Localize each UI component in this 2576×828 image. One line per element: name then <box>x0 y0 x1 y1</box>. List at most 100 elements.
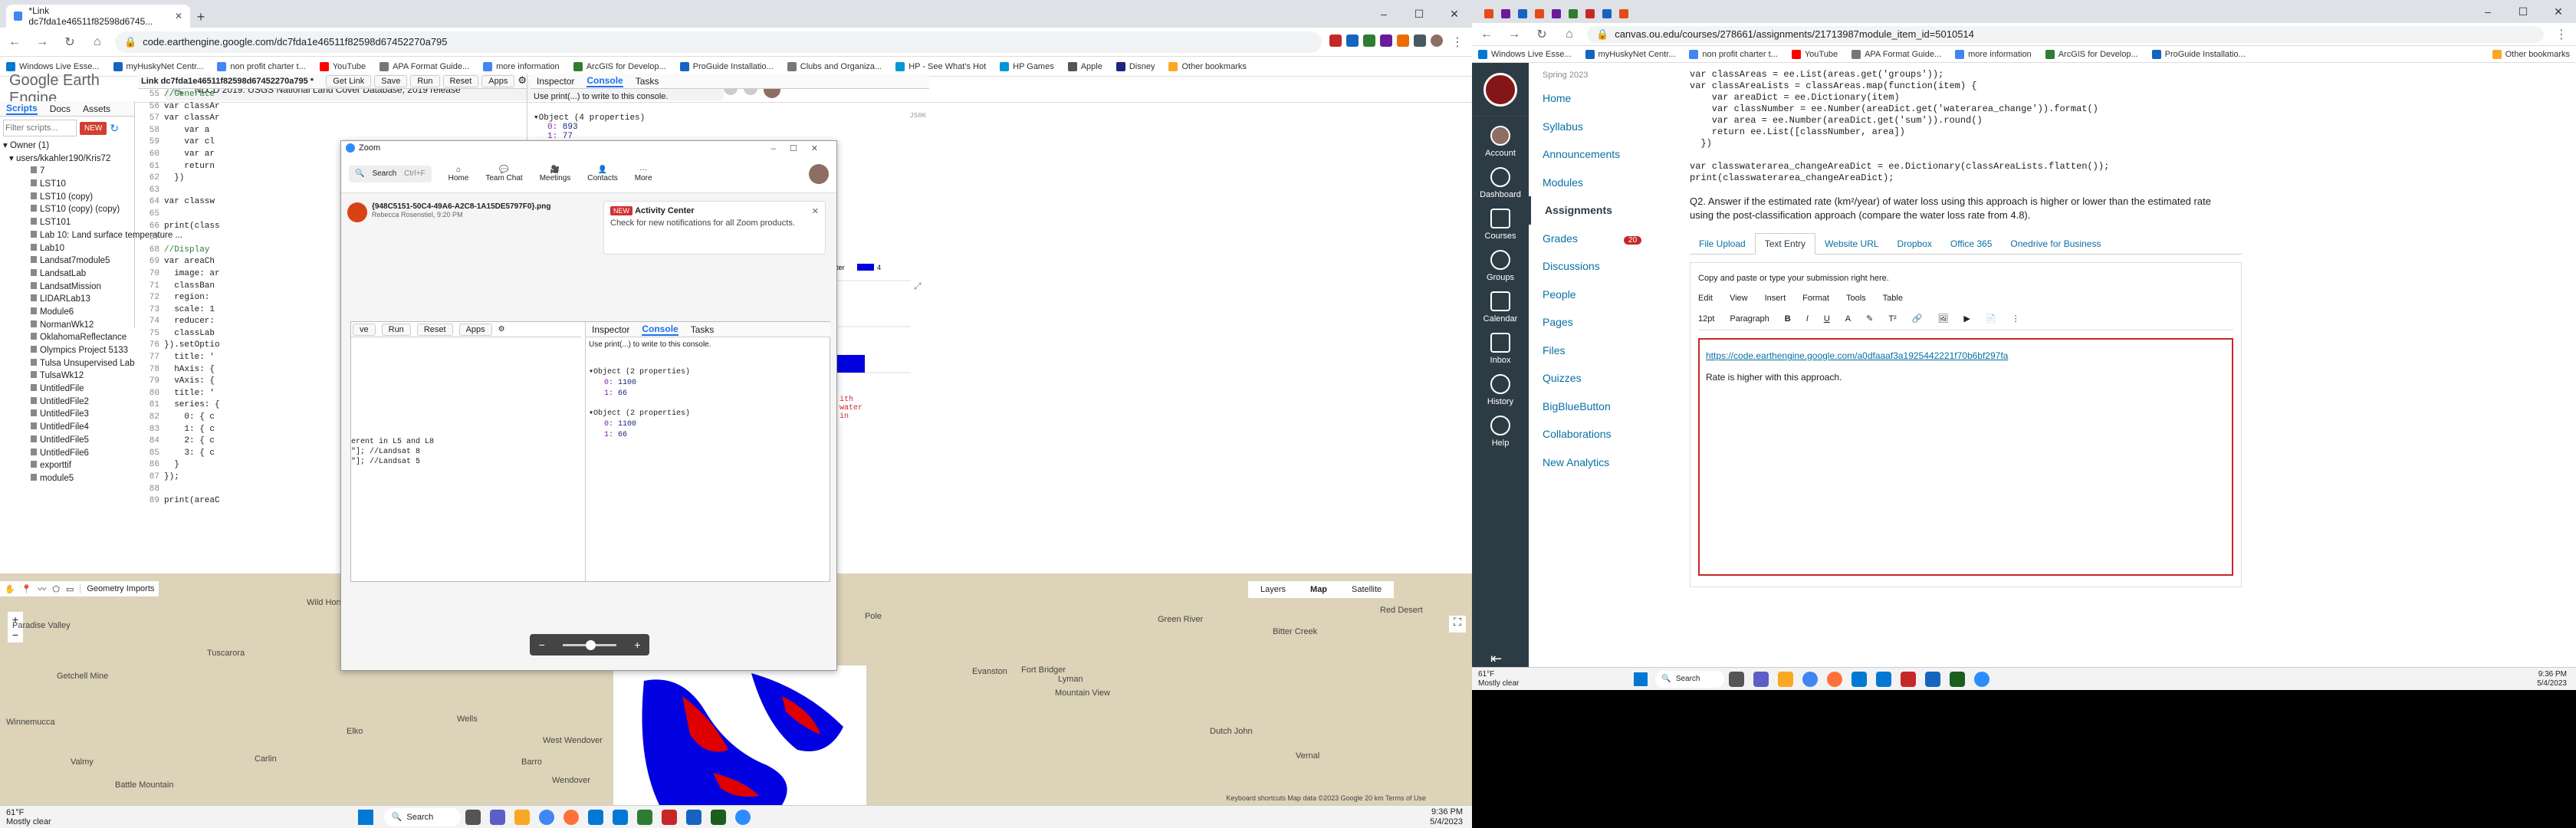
filter-scripts-input[interactable] <box>3 120 77 136</box>
course-link[interactable]: Quizzes <box>1529 364 1682 393</box>
tab-assets[interactable]: Assets <box>83 104 110 114</box>
teams-icon[interactable] <box>1753 671 1769 687</box>
rich-text-editor[interactable]: https://code.earthengine.google.com/a0df… <box>1698 338 2233 576</box>
close-window-icon[interactable]: ✕ <box>2541 5 2576 18</box>
submission-tab[interactable]: File Upload <box>1690 234 1755 254</box>
bookmark[interactable]: Windows Live Esse... <box>6 61 100 71</box>
close-window-icon[interactable]: ✕ <box>1437 8 1472 21</box>
bookmark[interactable]: YouTube <box>319 61 366 71</box>
editor-menu-item[interactable]: Tools <box>1846 294 1866 303</box>
course-link[interactable]: Files <box>1529 337 1682 365</box>
expand-caret-icon[interactable]: ▾ <box>3 141 10 150</box>
slider-thumb[interactable] <box>585 639 596 650</box>
maximize-icon[interactable]: ☐ <box>2505 5 2541 18</box>
home-icon[interactable]: ⌂ <box>87 35 107 49</box>
map-button[interactable]: Map <box>1298 585 1339 594</box>
image-icon[interactable]: 🖼 <box>1937 314 1948 324</box>
script-tree-item[interactable]: Landsat7module5 <box>3 255 134 268</box>
bookmark[interactable]: myHuskyNet Centr... <box>113 61 203 71</box>
other-bookmarks[interactable]: Other bookmarks <box>1168 61 1247 71</box>
script-tree-item[interactable]: LST101 <box>3 216 134 229</box>
nav-calendar[interactable]: Calendar <box>1472 291 1529 324</box>
zoom-search[interactable]: 🔍 Search Ctrl+F <box>349 165 432 182</box>
geometry-imports[interactable]: Geometry Imports <box>80 584 154 593</box>
menu-dots-icon[interactable]: ⋮ <box>2551 27 2571 42</box>
bookmark[interactable]: YouTube <box>1791 49 1838 59</box>
weather-widget[interactable]: 61°F Mostly clear <box>1478 670 1519 688</box>
course-link[interactable]: Modules <box>1529 169 1682 197</box>
submission-tab[interactable]: Text Entry <box>1754 233 1816 255</box>
maximize-icon[interactable]: ☐ <box>1401 8 1437 21</box>
script-tree-item[interactable]: UntitledFile6 <box>3 447 134 460</box>
submitted-link[interactable]: https://code.earthengine.google.com/a0df… <box>1706 350 2226 361</box>
minimize-icon[interactable]: – <box>2470 5 2505 18</box>
bookmark[interactable]: non profit charter t... <box>217 61 306 71</box>
extension-icon[interactable] <box>1346 34 1359 47</box>
bookmark[interactable]: more information <box>1955 49 2032 59</box>
ou-logo[interactable] <box>1472 63 1529 117</box>
new-tab-button[interactable]: + <box>190 6 212 28</box>
menu-dots-icon[interactable]: ⋮ <box>1447 34 1467 50</box>
address-bar[interactable]: 🔒 code.earthengine.google.com/dc7fda1e465… <box>115 31 1322 53</box>
clock[interactable]: 9:36 PM 5/4/2023 <box>2537 670 2567 688</box>
browser-tab[interactable]: *Link dc7fda1e46511f82598d6745... ✕ <box>6 5 190 28</box>
reload-icon[interactable]: ↻ <box>60 34 80 50</box>
bookmark[interactable]: non profit charter t... <box>1689 49 1778 59</box>
shared-screenshot-image[interactable]: ve Run Reset Apps ⚙ erent in L5 and L8 "]; //… <box>350 321 830 582</box>
submission-tab[interactable]: Dropbox <box>1888 234 1941 254</box>
weather-widget[interactable]: 61°F Mostly clear <box>6 808 51 826</box>
task-view-icon[interactable] <box>465 809 481 825</box>
script-tree-item[interactable]: ▾ Owner (1) <box>3 140 134 153</box>
tab-favicon-icon[interactable] <box>1602 9 1612 18</box>
excel-icon[interactable] <box>710 809 726 825</box>
script-tree-item[interactable]: Module6 <box>3 306 134 319</box>
bold-icon[interactable]: B <box>1785 314 1791 324</box>
forward-icon[interactable]: → <box>1504 28 1524 41</box>
home-icon[interactable]: ⌂ <box>1559 28 1579 41</box>
script-tree-item[interactable]: LandsatLab <box>3 268 134 281</box>
expand-caret-icon[interactable]: ▾ <box>9 154 16 163</box>
submission-tab[interactable]: Onedrive for Business <box>2001 234 2110 254</box>
firefox-icon[interactable] <box>1827 671 1843 687</box>
tab-docs[interactable]: Docs <box>50 104 71 114</box>
edge-icon[interactable] <box>587 809 603 825</box>
powerpoint-icon[interactable] <box>661 809 677 825</box>
course-link[interactable]: Grades 20 <box>1529 225 1682 253</box>
script-tree-item[interactable]: LST10 <box>3 178 134 191</box>
reload-icon[interactable]: ↻ <box>1532 27 1552 42</box>
media-icon[interactable]: ▶ <box>1963 314 1970 324</box>
chrome-icon[interactable] <box>538 809 554 825</box>
apps-button[interactable]: Apps <box>481 75 515 87</box>
chrome-icon[interactable] <box>1802 671 1819 687</box>
bookmark[interactable]: HP - See What's Hot <box>895 61 986 71</box>
polygon-icon[interactable]: ⬠ <box>52 584 60 594</box>
script-tree-item[interactable]: ▾ users/kkahler190/Kris72 <box>3 153 134 166</box>
taskbar-search[interactable]: 🔍 Search <box>383 807 461 826</box>
word-icon[interactable] <box>1925 671 1941 687</box>
course-link[interactable]: Announcements <box>1529 140 1682 169</box>
course-link[interactable]: Syllabus <box>1529 113 1682 141</box>
paragraph-select[interactable]: Paragraph <box>1730 314 1769 324</box>
fullscreen-icon[interactable]: ⛶ <box>1449 616 1466 632</box>
windows-start-icon[interactable] <box>1634 672 1648 686</box>
tab-favicon-icon[interactable] <box>1585 9 1595 18</box>
file-explorer-icon[interactable] <box>514 809 530 825</box>
zoom-avatar[interactable] <box>809 163 829 184</box>
settings-gear-icon[interactable]: ⚙ <box>518 74 527 86</box>
nav-dashboard[interactable]: Dashboard <box>1472 167 1529 199</box>
extension-icon[interactable] <box>1414 34 1426 47</box>
clock[interactable]: 9:36 PM 5/4/2023 <box>1430 807 1463 827</box>
file-explorer-icon[interactable] <box>1778 671 1794 687</box>
tab-favicon-icon[interactable] <box>1569 9 1578 18</box>
script-tree-item[interactable]: UntitledFile4 <box>3 421 134 434</box>
edge-icon[interactable] <box>1852 671 1868 687</box>
zoom-nav-contacts[interactable]: 👤 Contacts <box>587 166 617 182</box>
forward-icon[interactable]: → <box>32 35 52 49</box>
script-tree-item[interactable]: exporttif <box>3 459 134 472</box>
outlook-icon[interactable] <box>612 809 628 825</box>
address-bar[interactable]: 🔒 canvas.ou.edu/courses/278661/assignment… <box>1587 25 2544 43</box>
refresh-icon[interactable]: ↻ <box>110 122 119 135</box>
other-bookmarks[interactable]: Other bookmarks <box>2492 49 2570 59</box>
nav-inbox[interactable]: Inbox <box>1472 333 1529 365</box>
bookmark[interactable]: Windows Live Esse... <box>1478 49 1572 59</box>
